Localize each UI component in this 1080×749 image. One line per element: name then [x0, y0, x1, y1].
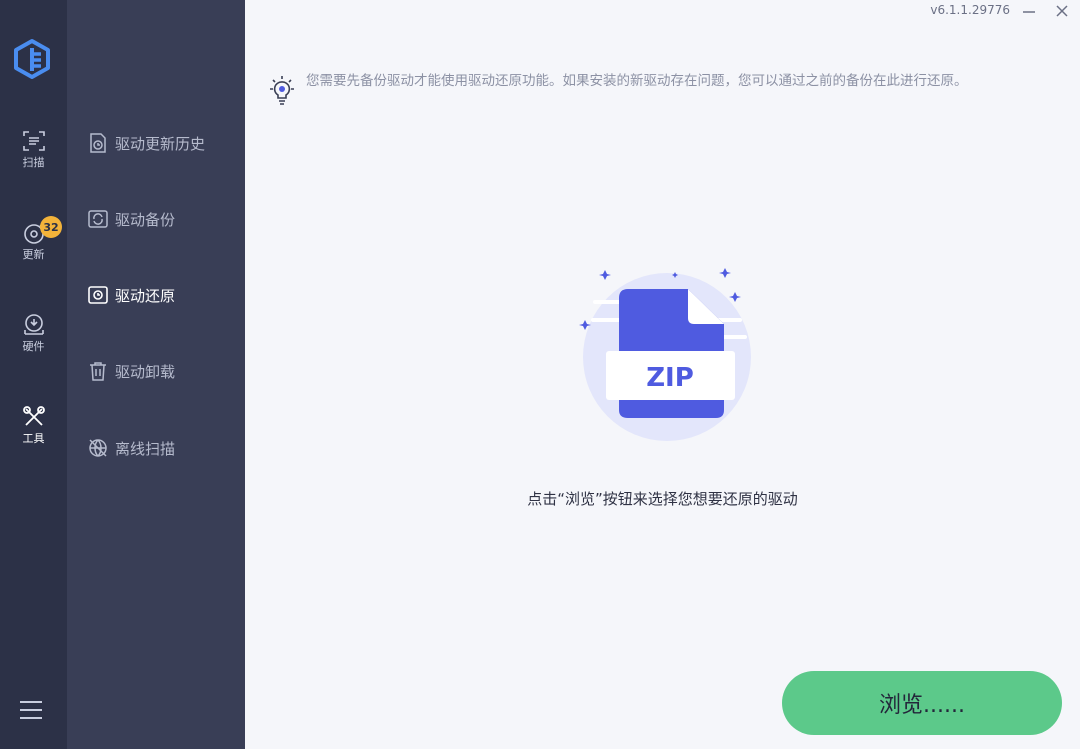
subnav-label: 驱动更新历史: [115, 134, 206, 153]
rail-item-scan[interactable]: 扫描: [0, 128, 67, 188]
browse-button[interactable]: 浏览......: [782, 671, 1062, 735]
main-content: v6.1.1.29776 您需要先备份驱动才能使用驱动还原功能。如果安装的新驱动…: [245, 0, 1080, 749]
backup-icon: [88, 210, 108, 228]
subnav-item-backup[interactable]: 驱动备份: [87, 206, 237, 232]
subnav-label: 驱动备份: [115, 210, 176, 229]
close-button[interactable]: [1051, 0, 1073, 22]
subnav-label: 驱动卸载: [115, 362, 176, 381]
rail-item-update[interactable]: 32 更新: [0, 216, 67, 280]
info-tip: 您需要先备份驱动才能使用驱动还原功能。如果安装的新驱动存在问题，您可以通过之前的…: [265, 72, 1055, 108]
main-rail: 扫描 32 更新 硬件 工具: [0, 0, 67, 749]
offline-scan-icon: [89, 439, 107, 457]
minimize-icon: [1023, 11, 1035, 13]
update-count-badge: 32: [40, 216, 62, 238]
scan-icon: [22, 131, 45, 151]
rail-label-scan: 扫描: [22, 156, 45, 169]
tools-submenu: 驱动更新历史 驱动备份 驱动还原 驱动卸载 离线扫描: [67, 0, 245, 749]
subnav-label: 离线扫描: [115, 439, 176, 458]
zip-file-illustration: ZIP: [579, 268, 751, 441]
subnav-item-offline-scan[interactable]: 离线扫描: [87, 435, 237, 461]
subnav-item-uninstall[interactable]: 驱动卸载: [87, 358, 237, 384]
hardware-icon: [23, 314, 44, 335]
rail-item-hardware[interactable]: 硬件: [0, 312, 67, 372]
hamburger-menu-icon[interactable]: [19, 699, 43, 721]
app-logo-icon: [14, 39, 50, 79]
tip-text: 您需要先备份驱动才能使用驱动还原功能。如果安装的新驱动存在问题，您可以通过之前的…: [306, 73, 968, 89]
rail-label-hardware: 硬件: [22, 340, 45, 353]
tools-icon: [22, 406, 45, 426]
trash-icon: [90, 362, 106, 381]
rail-label-update: 更新: [22, 248, 45, 261]
rail-item-tools[interactable]: 工具: [0, 404, 67, 464]
minimize-button[interactable]: [1018, 0, 1040, 22]
subnav-item-restore[interactable]: 驱动还原: [87, 282, 237, 308]
lightbulb-icon: [270, 76, 294, 105]
hint-text: 点击“浏览”按钮来选择您想要还原的驱动: [527, 490, 798, 508]
restore-icon: [88, 286, 108, 304]
version-label: v6.1.1.29776: [930, 3, 1010, 17]
subnav-item-update-history[interactable]: 驱动更新历史: [87, 130, 237, 156]
zip-label: ZIP: [646, 363, 694, 393]
rail-label-tools: 工具: [22, 432, 45, 445]
history-icon: [90, 133, 106, 153]
close-icon: [1056, 5, 1068, 17]
subnav-label: 驱动还原: [115, 286, 176, 305]
